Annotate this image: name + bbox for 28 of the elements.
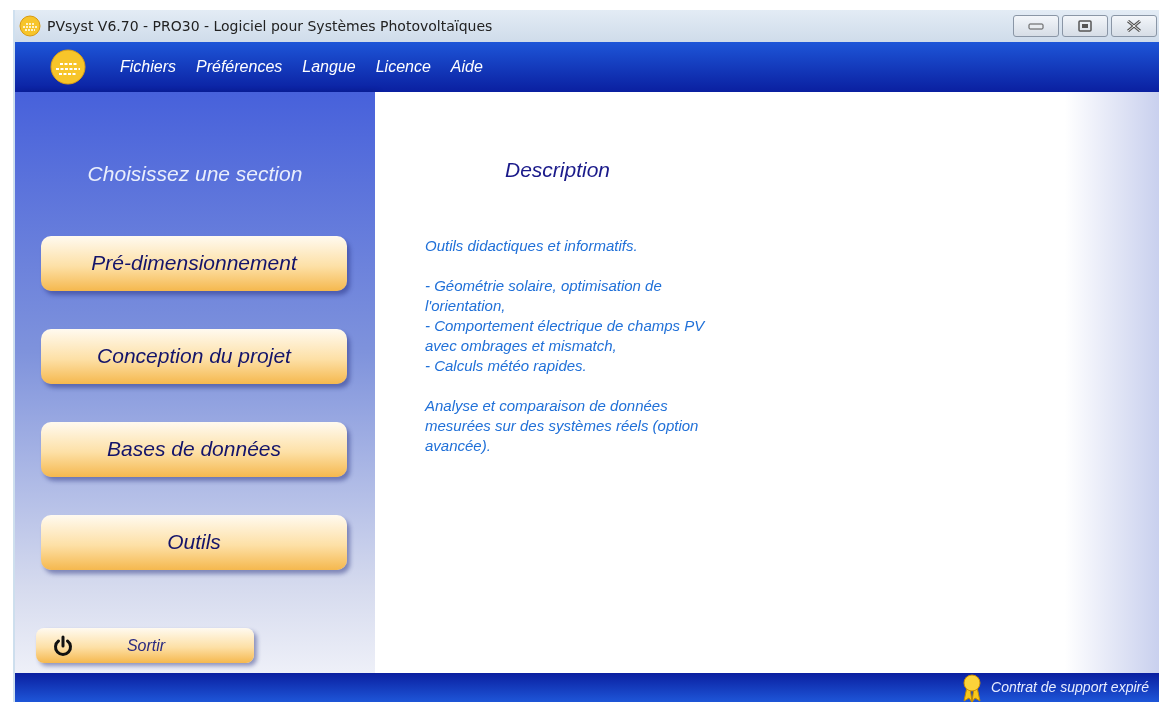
support-status-text: Contrat de support expiré xyxy=(991,678,1149,697)
menu-item[interactable]: Licence xyxy=(375,55,431,79)
description-text: Analyse et comparaison de données mesurées sur des systèmes réels (option avancée). xyxy=(425,395,700,456)
description-text: - Comportement électrique de champs PV avec ombrages et mismatch, xyxy=(425,315,706,356)
app-logo-icon xyxy=(19,15,41,37)
sidebar-heading: Choisissez une section xyxy=(87,161,303,187)
power-icon xyxy=(52,634,74,657)
section-button[interactable]: Outils xyxy=(41,514,347,570)
menu-item[interactable]: Fichiers xyxy=(120,55,176,79)
ribbon-award-icon xyxy=(961,672,983,702)
exit-button[interactable]: Sortir xyxy=(36,628,254,663)
description-text: Outils didactiques et informatifs. xyxy=(425,235,639,256)
description-text: - Géométrie solaire, optimisation de l'orientation, xyxy=(425,275,663,316)
maximize-icon xyxy=(1077,20,1093,32)
menu-item[interactable]: Préférences xyxy=(196,55,283,79)
menu-item[interactable]: Aide xyxy=(450,55,483,79)
section-button[interactable]: Conception du projet xyxy=(41,328,347,384)
close-button[interactable] xyxy=(1111,15,1157,37)
description-text: - Calculs météo rapides. xyxy=(425,355,588,376)
close-icon xyxy=(1125,20,1143,32)
description-title: Description xyxy=(505,157,612,183)
section-button[interactable]: Bases de données xyxy=(41,421,347,477)
app-logo-icon[interactable] xyxy=(48,49,88,85)
minimize-icon xyxy=(1028,22,1044,30)
menu-item[interactable]: Langue xyxy=(302,55,356,79)
window-title: PVsyst V6.70 - PRO30 - Logiciel pour Systèmes Photovoltaïques xyxy=(47,16,493,36)
section-button[interactable]: Pré-dimensionnement xyxy=(41,235,347,291)
maximize-button[interactable] xyxy=(1062,15,1108,37)
